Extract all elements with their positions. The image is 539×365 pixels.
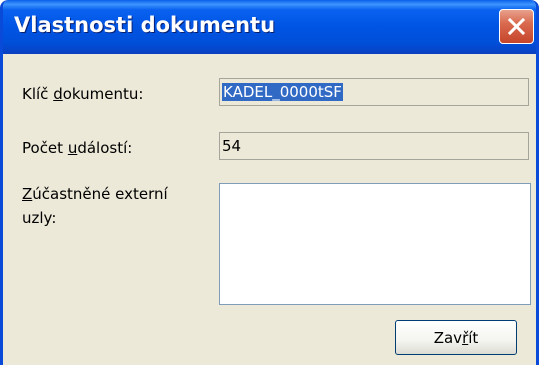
- external-nodes-label: Zúčastněné externí uzly:: [22, 185, 168, 227]
- close-button[interactable]: [499, 9, 534, 44]
- close-icon: [507, 17, 526, 36]
- doc-key-label: Klíč dokumentu:: [22, 85, 144, 103]
- doc-key-value[interactable]: KADEL_0000tSF: [222, 83, 343, 101]
- event-count-label: Počet událostí:: [22, 139, 133, 157]
- window-title: Vlastnosti dokumentu: [14, 13, 276, 37]
- event-count-field[interactable]: 54: [219, 132, 529, 160]
- dialog-window: Vlastnosti dokumentu Klíč dokumentu: KAD…: [0, 0, 539, 365]
- doc-key-field[interactable]: KADEL_0000tSF: [219, 78, 529, 106]
- title-bar[interactable]: Vlastnosti dokumentu: [3, 0, 536, 54]
- external-nodes-textarea[interactable]: [219, 183, 531, 305]
- close-dialog-button[interactable]: Zav ř ít: [395, 320, 517, 355]
- event-count-value: 54: [222, 137, 242, 155]
